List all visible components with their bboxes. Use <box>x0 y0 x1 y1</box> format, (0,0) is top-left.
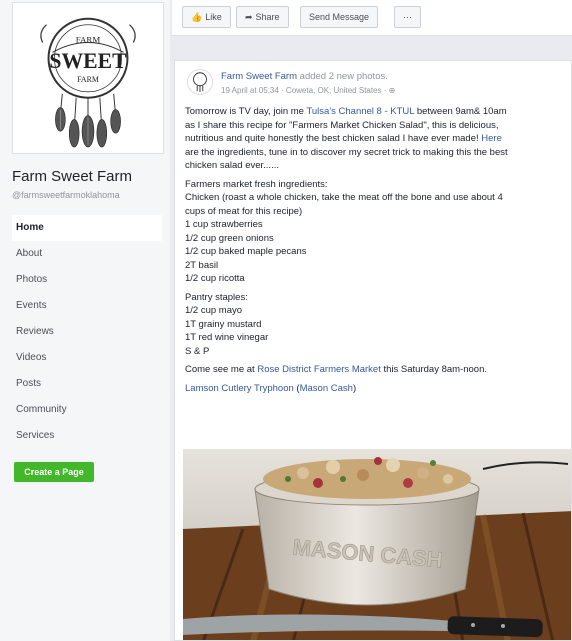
post-action-text: added 2 new photos. <box>299 71 388 82</box>
nav-item-reviews[interactable]: Reviews <box>12 319 162 345</box>
chicken-salad-bowl-image: MASON CASH <box>183 449 571 640</box>
post-author-avatar[interactable] <box>187 69 213 95</box>
send-message-button[interactable]: Send Message <box>300 6 379 28</box>
post-line: 1T grainy mustard <box>185 318 262 330</box>
nav-item-posts[interactable]: Posts <box>12 371 162 397</box>
text: nutritious and quite honestly the best c… <box>185 133 482 144</box>
tagged-link-rose-district[interactable]: Rose District Farmers Market <box>257 364 381 375</box>
post-line: cups of meat for this recipe) <box>185 205 303 217</box>
post-text: Tomorrow is TV day, join me Tulsa's Chan… <box>185 105 571 396</box>
post-line: as I share this recipe for "Farmers Mark… <box>185 119 499 131</box>
post-line: 1/2 cup green onions <box>185 232 274 244</box>
post-header: Farm Sweet Farm added 2 new photos. <box>221 71 388 82</box>
thumbs-up-icon: 👍 <box>191 12 203 22</box>
text: ) <box>352 382 357 394</box>
nav-item-services[interactable]: Services <box>12 423 162 449</box>
tagged-link-ktul[interactable]: Tulsa's Channel 8 - KTUL <box>306 106 414 117</box>
text: between 9am& 10am <box>414 106 507 117</box>
page-handle: @farmsweetfarmoklahoma <box>12 190 120 200</box>
logo-text-main: SWEET <box>49 49 127 73</box>
nav-item-community[interactable]: Community <box>12 397 162 423</box>
tagged-link-lamson[interactable]: Lamson Cutlery Tryphoon <box>185 383 294 394</box>
page-name[interactable]: Farm Sweet Farm <box>12 168 132 185</box>
nav-item-events[interactable]: Events <box>12 293 162 319</box>
post-line: chicken salad ever...... <box>185 160 279 171</box>
post-line: 1 cup strawberries <box>185 219 263 230</box>
post-line: Farmers market fresh ingredients: <box>185 178 328 190</box>
page-profile-picture[interactable]: FARM SWEET FARM <box>12 2 164 154</box>
post-line: Come see me at Rose District Farmers Mar… <box>185 363 571 377</box>
post-line: S & P <box>185 345 210 357</box>
text: Tomorrow is TV day, join me <box>185 106 307 117</box>
post-line: 2T basil <box>185 259 219 271</box>
post-line: 1T red wine vinegar <box>185 332 269 343</box>
post-line: nutritious and quite honestly the best c… <box>185 132 571 146</box>
left-sidebar: FARM SWEET FARM Farm Sweet Farm @farmswe… <box>0 0 170 641</box>
nav-item-home[interactable]: Home <box>12 215 162 241</box>
text: Come see me at <box>185 364 258 375</box>
post-card: Farm Sweet Farm added 2 new photos. 19 A… <box>174 60 572 641</box>
nav-item-photos[interactable]: Photos <box>12 267 162 293</box>
logo-text-top: FARM <box>76 34 101 44</box>
here-link[interactable]: Here <box>481 133 502 144</box>
tagged-link-mason-cash[interactable]: Mason Cash <box>300 383 353 394</box>
post-line: Tomorrow is TV day, join me Tulsa's Chan… <box>185 105 571 119</box>
post-photo[interactable]: MASON CASH <box>183 449 571 640</box>
author-logo-icon <box>193 72 207 93</box>
post-line: 1/2 cup ricotta <box>185 273 245 284</box>
post-author-link[interactable]: Farm Sweet Farm <box>221 71 297 82</box>
post-line: Lamson Cutlery Tryphoon (Mason Cash) <box>185 382 571 396</box>
post-timestamp[interactable]: 19 April at 05:34 · Coweta, OK, United S… <box>221 86 395 95</box>
farm-sweet-farm-logo: FARM SWEET FARM <box>40 17 136 148</box>
like-button[interactable]: 👍 Like <box>182 6 231 28</box>
page-nav: Home About Photos Events Reviews Videos … <box>12 215 162 449</box>
more-options-button[interactable]: ··· <box>394 6 421 28</box>
post-line: 1/2 cup baked maple pecans <box>185 246 307 257</box>
nav-item-about[interactable]: About <box>12 241 162 267</box>
like-label: Like <box>205 12 222 22</box>
page-action-bar: 👍 Like ➦ Share Send Message ··· <box>172 0 572 36</box>
share-arrow-icon: ➦ <box>245 12 253 22</box>
nav-item-videos[interactable]: Videos <box>12 345 162 371</box>
post-line: 1/2 cup mayo <box>185 305 243 316</box>
create-page-button[interactable]: Create a Page <box>14 462 94 482</box>
logo-text-bottom: FARM <box>77 75 99 84</box>
text: this Saturday 8am-noon. <box>380 364 488 375</box>
share-label: Share <box>255 12 280 22</box>
post-line: Pantry staples: <box>185 291 248 303</box>
post-line: Chicken (roast a whole chicken, take the… <box>185 192 503 203</box>
share-button[interactable]: ➦ Share <box>236 6 289 28</box>
post-line: are the ingredients, tune in to discover… <box>185 146 508 158</box>
